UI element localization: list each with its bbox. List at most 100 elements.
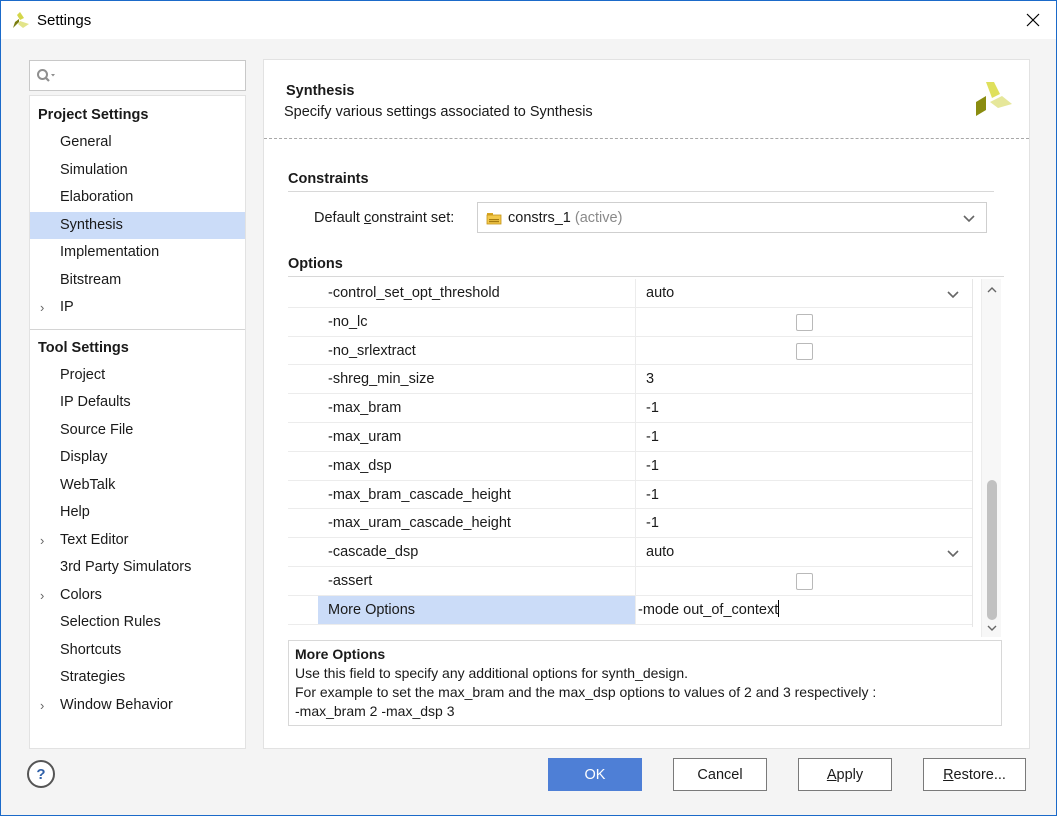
scrollbar-thumb[interactable] [987, 480, 997, 620]
chevron-right-icon[interactable]: › [40, 527, 44, 555]
nav-item-3rd-party-simulators[interactable]: 3rd Party Simulators [30, 554, 245, 582]
option-row[interactable]: -max_dsp -1 [288, 451, 972, 481]
option-name: -shreg_min_size [328, 371, 435, 388]
nav-item-display[interactable]: Display [30, 444, 245, 472]
option-value-input[interactable]: -1 [635, 394, 972, 422]
options-table: -control_set_opt_threshold auto -no_lc -no_… [288, 279, 973, 627]
option-value-input[interactable]: 3 [635, 365, 972, 394]
option-name: More Options [318, 595, 635, 624]
option-row[interactable]: -max_bram_cascade_height -1 [288, 480, 972, 510]
more-options-input[interactable]: -mode out_of_context [635, 595, 972, 624]
constraint-set-folder-icon [486, 212, 502, 224]
option-row[interactable]: -control_set_opt_threshold auto [288, 279, 972, 308]
description-line: Use this field to specify any additional… [295, 665, 689, 681]
option-row[interactable]: -cascade_dsp auto [288, 538, 972, 567]
nav-group-project-settings: Project Settings [38, 107, 149, 123]
option-row[interactable]: -max_bram -1 [288, 394, 972, 423]
nav-item-colors[interactable]: › Colors [30, 582, 245, 610]
description-line: -max_bram 2 -max_dsp 3 [295, 703, 455, 719]
option-row[interactable]: -max_uram -1 [288, 422, 972, 452]
option-name: -max_bram_cascade_height [328, 486, 511, 503]
option-checkbox[interactable] [796, 572, 813, 590]
option-checkbox[interactable] [796, 342, 813, 360]
option-row[interactable]: -shreg_min_size 3 [288, 365, 972, 395]
nav-item-label: Shortcuts [60, 641, 122, 658]
nav-item-simulation[interactable]: Simulation [30, 157, 245, 185]
option-row[interactable]: -no_lc [288, 307, 972, 337]
nav-item-text-editor[interactable]: › Text Editor [30, 527, 245, 555]
nav-item-general[interactable]: General [30, 129, 245, 157]
nav-item-help[interactable]: Help [30, 499, 245, 527]
option-name: -assert [328, 572, 373, 589]
nav-item-ip[interactable]: › IP [30, 294, 245, 322]
option-value-cell[interactable] [635, 336, 972, 365]
label-text: Default [314, 210, 364, 226]
option-value-dropdown[interactable]: auto [635, 279, 972, 307]
cancel-button[interactable]: Cancel [673, 758, 767, 791]
nav-item-bitstream[interactable]: Bitstream [30, 267, 245, 295]
nav-item-synthesis[interactable]: Synthesis [30, 211, 245, 239]
restore-accelerator: R [943, 766, 954, 783]
constraints-section-title: Constraints [288, 171, 369, 187]
nav-item-label: Bitstream [60, 271, 122, 288]
label-text: onstraint set: [371, 210, 455, 226]
settings-dialog: Settings Project Settings General Simula… [0, 0, 1057, 816]
option-row[interactable]: -no_srlextract [288, 336, 972, 366]
nav-item-webtalk[interactable]: WebTalk [30, 472, 245, 500]
option-name: -max_bram [328, 400, 402, 417]
ok-button[interactable]: OK [548, 758, 642, 791]
scroll-up-icon[interactable] [986, 285, 998, 295]
option-row[interactable]: -max_uram_cascade_height -1 [288, 509, 972, 539]
description-title: More Options [295, 646, 386, 662]
settings-nav-tree: Project Settings General Simulation Elab… [29, 95, 246, 749]
help-button[interactable]: ? [27, 760, 55, 788]
cancel-label: Cancel [697, 766, 743, 783]
settings-search-input[interactable] [29, 60, 246, 91]
nav-item-strategies[interactable]: Strategies [30, 664, 245, 692]
option-row[interactable]: More Options -mode out_of_context [288, 595, 972, 625]
nav-item-shortcuts[interactable]: Shortcuts [30, 637, 245, 665]
nav-item-ip-defaults[interactable]: IP Defaults [30, 389, 245, 417]
options-section-title: Options [288, 256, 343, 272]
nav-item-project[interactable]: Project [30, 362, 245, 390]
nav-item-elaboration[interactable]: Elaboration [30, 184, 245, 212]
option-value-cell[interactable] [635, 566, 972, 595]
nav-divider [30, 328, 245, 330]
options-divider [288, 276, 1004, 277]
option-value-input[interactable]: -1 [635, 509, 972, 538]
constraint-set-active-tag: (active) [574, 209, 623, 226]
nav-item-selection-rules[interactable]: Selection Rules [30, 609, 245, 637]
nav-item-label: Selection Rules [60, 614, 161, 630]
nav-item-source-file[interactable]: Source File [30, 417, 245, 445]
ok-label: OK [584, 766, 606, 783]
option-value-text: -mode out_of_context [638, 601, 779, 618]
option-value-dropdown[interactable]: auto [635, 538, 972, 566]
nav-item-implementation[interactable]: Implementation [30, 239, 245, 267]
option-row[interactable]: -assert [288, 566, 972, 596]
chevron-right-icon[interactable]: › [40, 692, 44, 720]
chevron-right-icon[interactable]: › [40, 294, 44, 322]
scroll-down-icon[interactable] [986, 623, 998, 633]
nav-item-label: Implementation [60, 244, 160, 260]
nav-item-label: Help [60, 504, 90, 520]
option-checkbox[interactable] [796, 313, 813, 331]
restore-button[interactable]: Restore... [923, 758, 1026, 791]
option-value-input[interactable]: -1 [635, 422, 972, 451]
page-subtitle: Specify various settings associated to S… [284, 104, 593, 120]
nav-item-label: Project [60, 366, 106, 383]
chevron-right-icon[interactable]: › [40, 582, 44, 610]
option-value-cell[interactable] [635, 307, 972, 336]
default-constraint-set-select[interactable]: constrs_1 (active) [477, 202, 987, 233]
apply-button[interactable]: Apply [798, 758, 892, 791]
vivado-logo-icon [13, 12, 29, 28]
option-value-text: 3 [646, 371, 655, 388]
option-value-input[interactable]: -1 [635, 451, 972, 480]
nav-item-window-behavior[interactable]: › Window Behavior [30, 692, 245, 720]
option-name: -max_uram_cascade_height [328, 515, 511, 532]
nav-item-label: Source File [60, 421, 134, 438]
option-value-input[interactable]: -1 [635, 480, 972, 509]
close-button[interactable] [1010, 1, 1056, 39]
option-name: -control_set_opt_threshold [328, 285, 500, 301]
nav-item-label: Synthesis [60, 216, 123, 233]
options-scrollbar[interactable] [981, 279, 1001, 637]
